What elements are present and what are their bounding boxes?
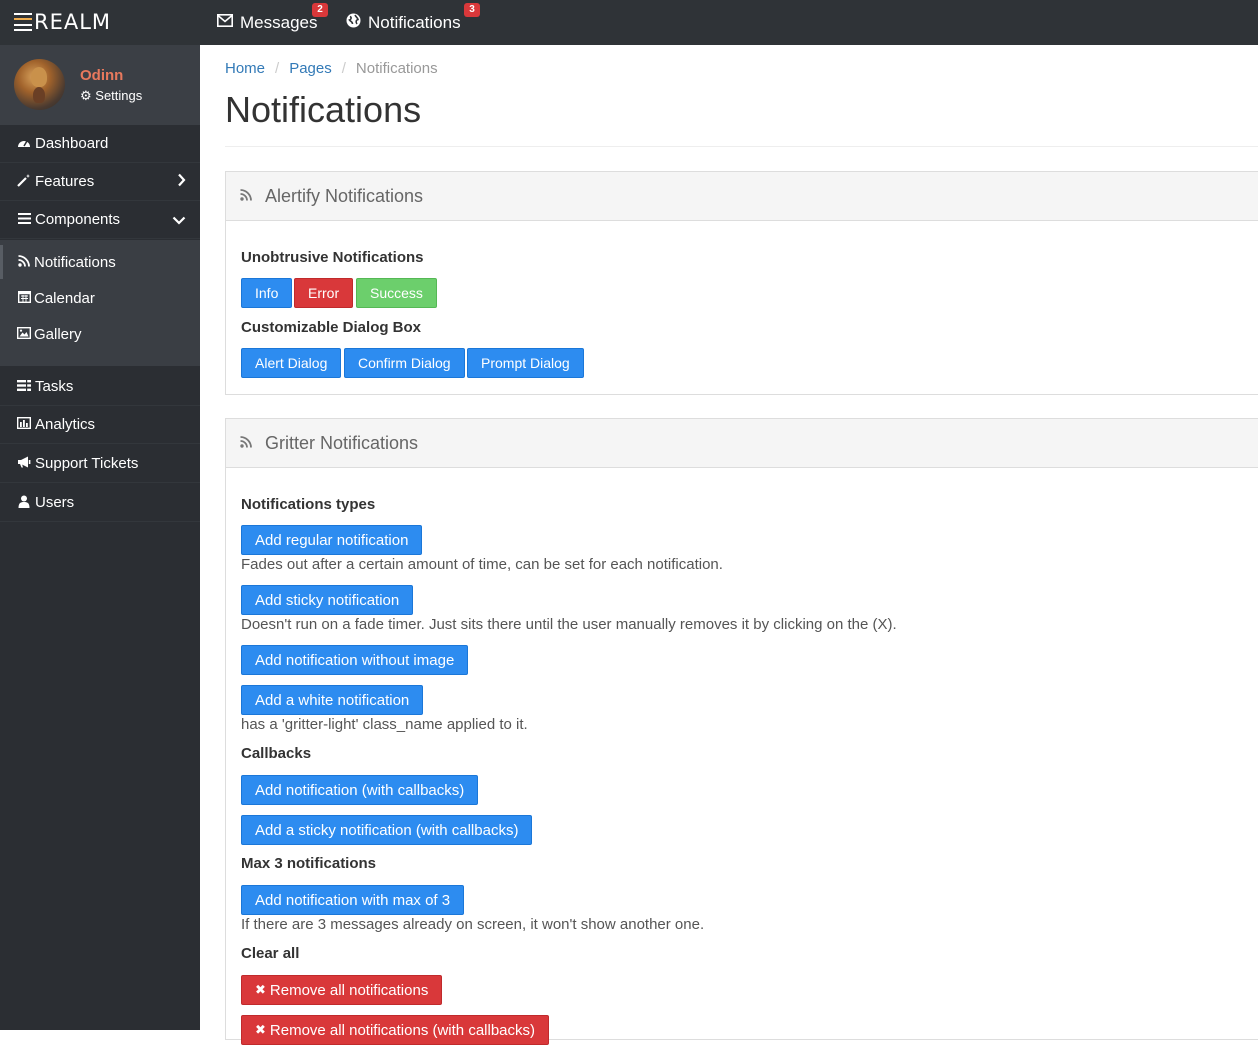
gritter-panel-title: Gritter Notifications — [265, 432, 419, 453]
user-icon — [17, 495, 31, 511]
unobtrusive-label: Unobtrusive Notifications — [241, 249, 424, 266]
breadcrumb-pages[interactable]: Pages — [289, 60, 332, 77]
image-icon — [16, 326, 32, 342]
times-icon: ✖ — [255, 982, 266, 997]
add-notification-max-3-button[interactable]: Add notification with max of 3 — [241, 885, 465, 915]
sidebar-subitem-calendar[interactable]: Calendar — [0, 281, 200, 315]
sidebar-submenu-components: Notifications Calendar Gallery — [0, 240, 200, 366]
remove-all-notifications-label: Remove all notifications — [269, 981, 429, 999]
rss-icon — [240, 435, 252, 452]
alertify-panel-header: Alertify Notifications — [226, 172, 1258, 221]
times-icon: ✖ — [255, 1022, 266, 1037]
sidebar-item-label: Features — [35, 173, 95, 190]
alert-dialog-button[interactable]: Alert Dialog — [241, 348, 342, 378]
sidebar-item-label: Tasks — [35, 378, 74, 395]
add-notification-with-callbacks-button[interactable]: Add notification (with callbacks) — [241, 775, 479, 805]
sidebar: Odinn ⚙ Settings Dashboard Features Comp… — [0, 45, 200, 1030]
notifications-types-label: Notifications types — [241, 496, 376, 513]
sidebar-item-analytics[interactable]: Analytics — [0, 406, 200, 444]
sidebar-item-label: Users — [35, 494, 75, 511]
add-notification-without-image-button[interactable]: Add notification without image — [241, 645, 469, 675]
bullhorn-icon — [17, 456, 31, 471]
user-profile: Odinn ⚙ Settings — [0, 45, 200, 125]
envelope-icon — [217, 14, 233, 31]
gritter-panel-header: Gritter Notifications — [226, 419, 1258, 468]
breadcrumb-separator: / — [275, 60, 280, 77]
brand-mark-icon — [14, 13, 32, 31]
sidebar-item-tasks[interactable]: Tasks — [0, 368, 200, 406]
confirm-dialog-button[interactable]: Confirm Dialog — [344, 348, 465, 378]
sidebar-item-label: Analytics — [35, 416, 96, 433]
rss-icon — [240, 188, 252, 205]
sidebar-item-label: Support Tickets — [35, 455, 139, 472]
sidebar-subitem-label: Calendar — [34, 289, 95, 307]
dashboard-icon — [17, 136, 31, 151]
brand-name: REALM — [34, 10, 112, 34]
main-content: Home / Pages / Notifications Notificatio… — [200, 45, 1258, 1045]
info-button[interactable]: Info — [241, 278, 293, 308]
add-sticky-notification-with-callbacks-button[interactable]: Add a sticky notification (with callback… — [241, 815, 533, 845]
white-notification-description: has a 'gritter-light' class_name applied… — [241, 716, 528, 733]
bars-icon — [17, 212, 31, 227]
callbacks-label: Callbacks — [241, 745, 312, 762]
top-navbar: REALM Messages 2 Notifications 3 — [0, 0, 1258, 45]
topnav-notifications-label: Notifications — [368, 12, 461, 32]
breadcrumb: Home / Pages / Notifications — [225, 60, 438, 77]
notifications-badge: 3 — [464, 3, 480, 17]
chevron-down-icon — [172, 212, 186, 228]
sidebar-subitem-gallery[interactable]: Gallery — [0, 317, 200, 351]
sidebar-item-components[interactable]: Components — [0, 201, 200, 239]
avatar[interactable] — [14, 59, 65, 110]
alertify-panel: Alertify Notifications Unobtrusive Notif… — [225, 171, 1258, 395]
remove-all-notifications-callbacks-label: Remove all notifications (with callbacks… — [269, 1021, 536, 1039]
sidebar-subitem-notifications[interactable]: Notifications — [0, 245, 203, 279]
profile-settings-link[interactable]: ⚙ Settings — [80, 88, 142, 104]
calendar-icon — [17, 290, 31, 306]
profile-settings-label: Settings — [95, 88, 143, 103]
page-title: Notifications — [225, 89, 422, 130]
regular-notification-description: Fades out after a certain amount of time… — [241, 556, 723, 573]
dialog-box-label: Customizable Dialog Box — [241, 319, 422, 336]
breadcrumb-separator: / — [341, 60, 346, 77]
globe-icon — [346, 13, 361, 32]
sidebar-item-support-tickets[interactable]: Support Tickets — [0, 445, 200, 483]
gritter-panel: Gritter Notifications Notifications type… — [225, 418, 1258, 1045]
sidebar-subitem-label: Notifications — [34, 253, 116, 271]
rss-icon — [17, 254, 31, 270]
sidebar-item-features[interactable]: Features — [0, 163, 200, 201]
sidebar-item-label: Dashboard — [35, 135, 109, 152]
topnav-messages[interactable]: Messages 2 — [217, 0, 328, 45]
add-sticky-notification-button[interactable]: Add sticky notification — [241, 585, 414, 615]
title-divider — [225, 146, 1258, 147]
sidebar-item-dashboard[interactable]: Dashboard — [0, 125, 200, 163]
clear-all-label: Clear all — [241, 945, 300, 962]
topnav-notifications[interactable]: Notifications 3 — [346, 0, 480, 45]
alertify-panel-title: Alertify Notifications — [265, 185, 424, 206]
sidebar-item-label: Components — [35, 211, 121, 228]
add-white-notification-button[interactable]: Add a white notification — [241, 685, 424, 715]
max-notifications-label: Max 3 notifications — [241, 855, 377, 872]
sticky-notification-description: Doesn't run on a fade timer. Just sits t… — [241, 616, 897, 633]
brand-logo[interactable]: REALM — [14, 9, 111, 35]
sidebar-subitem-label: Gallery — [34, 325, 82, 343]
profile-name[interactable]: Odinn — [80, 67, 123, 84]
messages-badge: 2 — [312, 3, 328, 17]
remove-all-notifications-callbacks-button[interactable]: ✖ Remove all notifications (with callbac… — [241, 1015, 550, 1045]
chevron-right-icon — [177, 173, 186, 190]
breadcrumb-current: Notifications — [355, 60, 438, 77]
topnav-messages-label: Messages — [240, 12, 318, 32]
error-button[interactable]: Error — [294, 278, 354, 308]
max-notifications-description: If there are 3 messages already on scree… — [241, 916, 705, 933]
cog-icon: ⚙ — [80, 88, 92, 103]
breadcrumb-home[interactable]: Home — [225, 60, 265, 77]
remove-all-notifications-button[interactable]: ✖ Remove all notifications — [241, 975, 443, 1005]
magic-wand-icon — [17, 173, 31, 190]
bar-chart-icon — [16, 416, 32, 432]
tasks-icon — [17, 379, 31, 394]
prompt-dialog-button[interactable]: Prompt Dialog — [467, 348, 584, 378]
success-button[interactable]: Success — [356, 278, 437, 308]
sidebar-item-users[interactable]: Users — [0, 484, 200, 522]
add-regular-notification-button[interactable]: Add regular notification — [241, 525, 423, 555]
